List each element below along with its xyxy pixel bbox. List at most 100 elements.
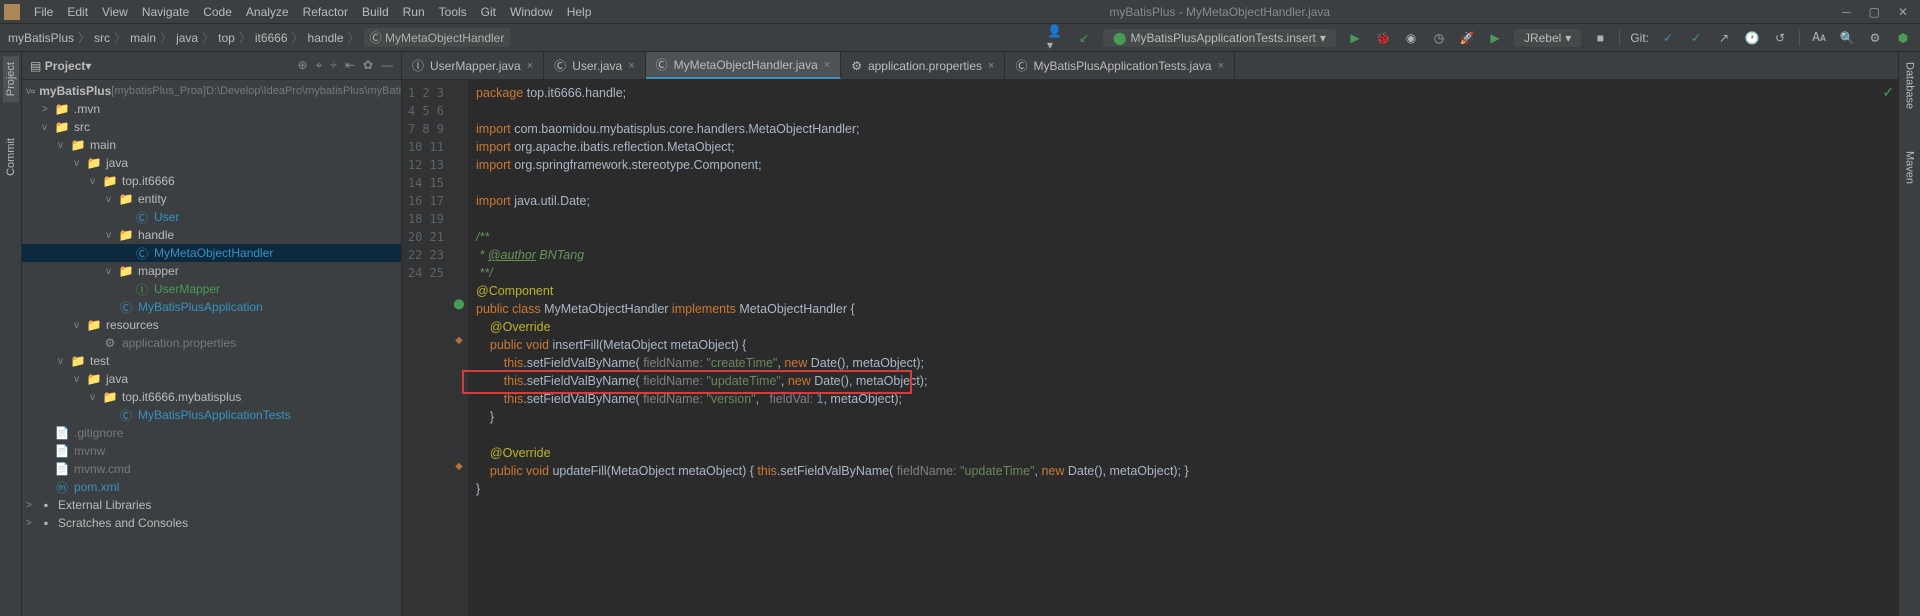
code-line[interactable] bbox=[468, 426, 1898, 444]
tree-item[interactable]: 📄mvnw.cmd bbox=[22, 460, 401, 478]
tree-item[interactable]: v📁test bbox=[22, 352, 401, 370]
code-editor[interactable]: package top.it6666.handle; import com.ba… bbox=[468, 80, 1898, 616]
menu-git[interactable]: Git bbox=[475, 3, 502, 21]
breadcrumb-item[interactable]: main bbox=[130, 31, 156, 45]
tree-item[interactable]: 📄mvnw bbox=[22, 442, 401, 460]
breadcrumb-item[interactable]: it6666 bbox=[255, 31, 288, 45]
tree-item[interactable]: >▪Scratches and Consoles bbox=[22, 514, 401, 532]
select-opened-icon[interactable]: ⌖ bbox=[316, 58, 323, 73]
menu-edit[interactable]: Edit bbox=[61, 3, 94, 21]
menu-window[interactable]: Window bbox=[504, 3, 559, 21]
profile-icon[interactable]: ◷ bbox=[1430, 29, 1448, 47]
editor-tab[interactable]: ⒾUserMapper.java× bbox=[402, 52, 544, 79]
tree-item[interactable]: >▪External Libraries bbox=[22, 496, 401, 514]
menu-tools[interactable]: Tools bbox=[433, 3, 473, 21]
inspection-ok-icon[interactable]: ✓ bbox=[1882, 84, 1894, 101]
tree-item[interactable]: v📁java bbox=[22, 370, 401, 388]
code-line[interactable]: } bbox=[468, 480, 1898, 498]
tree-item[interactable]: v📁handle bbox=[22, 226, 401, 244]
menu-build[interactable]: Build bbox=[356, 3, 395, 21]
debug-icon[interactable]: 🐞 bbox=[1374, 29, 1392, 47]
code-line[interactable]: import org.apache.ibatis.reflection.Meta… bbox=[468, 138, 1898, 156]
editor-tab[interactable]: ⚙application.properties× bbox=[841, 52, 1005, 79]
tool-tab-commit[interactable]: Commit bbox=[3, 132, 19, 182]
search-icon[interactable]: 🔍 bbox=[1838, 29, 1856, 47]
tool-tab-project[interactable]: Project bbox=[3, 56, 19, 102]
coverage-icon[interactable]: ◉ bbox=[1402, 29, 1420, 47]
editor-tab[interactable]: ⒸMyBatisPlusApplicationTests.java× bbox=[1005, 52, 1235, 79]
close-tab-icon[interactable]: × bbox=[527, 60, 533, 72]
minimize-icon[interactable]: ─ bbox=[1842, 5, 1851, 19]
settings-icon[interactable]: ⚙ bbox=[1866, 29, 1884, 47]
ide-icon[interactable]: ⬢ bbox=[1894, 29, 1912, 47]
menu-run[interactable]: Run bbox=[397, 3, 431, 21]
target-icon[interactable]: ⊕ bbox=[297, 58, 307, 73]
git-history-icon[interactable]: 🕐 bbox=[1743, 29, 1761, 47]
code-line[interactable]: @Component bbox=[468, 282, 1898, 300]
menu-analyze[interactable]: Analyze bbox=[240, 3, 295, 21]
menu-view[interactable]: View bbox=[96, 3, 134, 21]
code-line[interactable]: import org.springframework.stereotype.Co… bbox=[468, 156, 1898, 174]
code-line[interactable]: this.setFieldValByName( fieldName: "vers… bbox=[468, 390, 1898, 408]
jrebel-selector[interactable]: JRebel ▾ bbox=[1514, 29, 1581, 47]
maximize-icon[interactable]: ▢ bbox=[1869, 5, 1880, 19]
close-tab-icon[interactable]: × bbox=[1218, 60, 1224, 72]
tool-tab-database[interactable]: Database bbox=[1902, 56, 1918, 115]
breadcrumb-item[interactable]: handle bbox=[308, 31, 344, 45]
code-line[interactable]: this.setFieldValByName( fieldName: "crea… bbox=[468, 354, 1898, 372]
menu-navigate[interactable]: Navigate bbox=[136, 3, 195, 21]
tree-item[interactable]: >📁.mvn bbox=[22, 100, 401, 118]
tree-item[interactable]: 📄.gitignore bbox=[22, 424, 401, 442]
tree-item[interactable]: ⒸMyBatisPlusApplication bbox=[22, 298, 401, 316]
editor-tab[interactable]: ⒸMyMetaObjectHandler.java× bbox=[646, 52, 842, 79]
run-button-icon[interactable]: ▶ bbox=[1346, 29, 1364, 47]
tree-item[interactable]: v📁entity bbox=[22, 190, 401, 208]
tree-item[interactable]: v📁java bbox=[22, 154, 401, 172]
code-line[interactable] bbox=[468, 174, 1898, 192]
close-tab-icon[interactable]: × bbox=[628, 60, 634, 72]
hide-icon[interactable]: — bbox=[381, 58, 393, 73]
breadcrumb-item[interactable]: java bbox=[176, 31, 198, 45]
code-line[interactable] bbox=[468, 102, 1898, 120]
tree-item[interactable]: v📁top.it6666.mybatisplus bbox=[22, 388, 401, 406]
gear-icon[interactable]: ✿ bbox=[363, 58, 373, 73]
tree-item[interactable]: v📁main bbox=[22, 136, 401, 154]
close-tab-icon[interactable]: × bbox=[824, 59, 830, 71]
close-icon[interactable]: ✕ bbox=[1898, 5, 1908, 19]
code-line[interactable]: this.setFieldValByName( fieldName: "upda… bbox=[468, 372, 1898, 390]
project-tree[interactable]: v▫myBatisPlus [mybatisPlus_Proa] D:\Deve… bbox=[22, 80, 401, 616]
code-line[interactable]: * @author BNTang bbox=[468, 246, 1898, 264]
tree-item[interactable]: ⒾUserMapper bbox=[22, 280, 401, 298]
breadcrumb-item[interactable]: myBatisPlus bbox=[8, 31, 74, 45]
tree-item[interactable]: v📁mapper bbox=[22, 262, 401, 280]
code-line[interactable]: /** bbox=[468, 228, 1898, 246]
editor-tab[interactable]: ⒸUser.java× bbox=[544, 52, 645, 79]
translate-icon[interactable]: 🗛 bbox=[1810, 29, 1828, 47]
code-line[interactable]: import java.util.Date; bbox=[468, 192, 1898, 210]
menu-file[interactable]: File bbox=[28, 3, 59, 21]
code-line[interactable]: public class MyMetaObjectHandler impleme… bbox=[468, 300, 1898, 318]
menu-refactor[interactable]: Refactor bbox=[297, 3, 354, 21]
git-push-icon[interactable]: ↗ bbox=[1715, 29, 1733, 47]
hammer-icon[interactable]: ↙ bbox=[1075, 29, 1093, 47]
code-line[interactable]: } bbox=[468, 408, 1898, 426]
chevron-down-icon[interactable]: ▾ bbox=[85, 59, 91, 73]
jrebel-deploy-icon[interactable]: ▶ bbox=[1486, 29, 1504, 47]
stop-icon[interactable]: ■ bbox=[1591, 29, 1609, 47]
code-line[interactable]: import com.baomidou.mybatisplus.core.han… bbox=[468, 120, 1898, 138]
user-icon[interactable]: 👤▾ bbox=[1047, 29, 1065, 47]
tree-item[interactable]: v📁resources bbox=[22, 316, 401, 334]
menu-help[interactable]: Help bbox=[561, 3, 598, 21]
tree-item[interactable]: v📁top.it6666 bbox=[22, 172, 401, 190]
code-line[interactable] bbox=[468, 498, 1898, 516]
breadcrumb-item[interactable]: top bbox=[218, 31, 235, 45]
tree-item[interactable]: v📁src bbox=[22, 118, 401, 136]
code-line[interactable]: **/ bbox=[468, 264, 1898, 282]
tree-item[interactable]: ⒸMyMetaObjectHandler bbox=[22, 244, 401, 262]
git-commit-icon[interactable]: ✓ bbox=[1687, 29, 1705, 47]
tool-tab-maven[interactable]: Maven bbox=[1902, 145, 1918, 190]
code-line[interactable]: public void updateFill(MetaObject metaOb… bbox=[468, 462, 1898, 480]
divide-icon[interactable]: ÷ bbox=[330, 58, 337, 73]
tree-root[interactable]: v▫myBatisPlus [mybatisPlus_Proa] D:\Deve… bbox=[22, 82, 401, 100]
tree-item[interactable]: ⒸUser bbox=[22, 208, 401, 226]
